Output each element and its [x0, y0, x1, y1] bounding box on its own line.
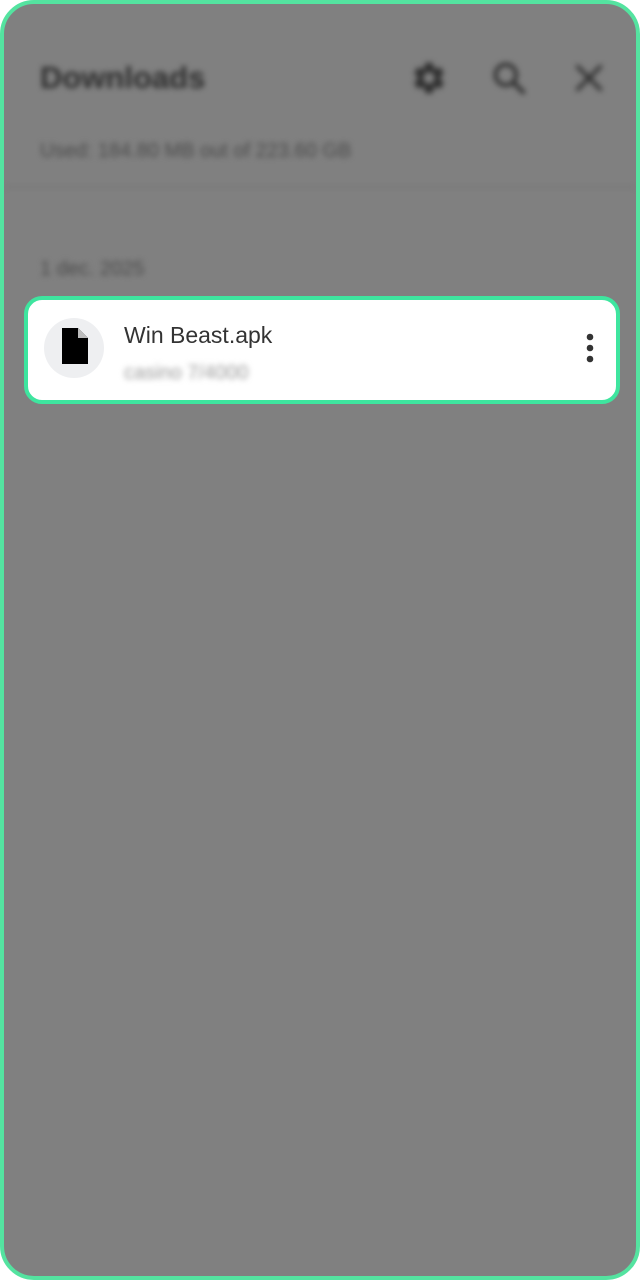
downloads-header: Downloads [40, 48, 610, 108]
download-list-item[interactable]: Win Beast.apk casino 7/4000 [24, 296, 620, 404]
header-actions [408, 57, 610, 99]
gear-icon[interactable] [408, 57, 450, 99]
file-meta: casino 7/4000 [124, 362, 249, 384]
storage-usage-text: Used: 184.80 MB out of 223.60 GB [40, 140, 352, 162]
close-icon[interactable] [568, 57, 610, 99]
divider [4, 186, 636, 188]
dimmed-background: Downloads Used: 184.80 MB out of 223.60 … [4, 4, 636, 1276]
more-options-button[interactable] [572, 324, 608, 376]
file-icon-circle [44, 318, 104, 378]
date-group-label: 1 dec. 2025 [40, 258, 145, 280]
page-title: Downloads [40, 60, 206, 95]
phone-frame: Downloads Used: 184.80 MB out of 223.60 … [0, 0, 640, 1280]
search-icon[interactable] [488, 57, 530, 99]
file-name: Win Beast.apk [124, 322, 273, 348]
file-icon [60, 327, 88, 369]
more-vert-icon [585, 333, 595, 368]
